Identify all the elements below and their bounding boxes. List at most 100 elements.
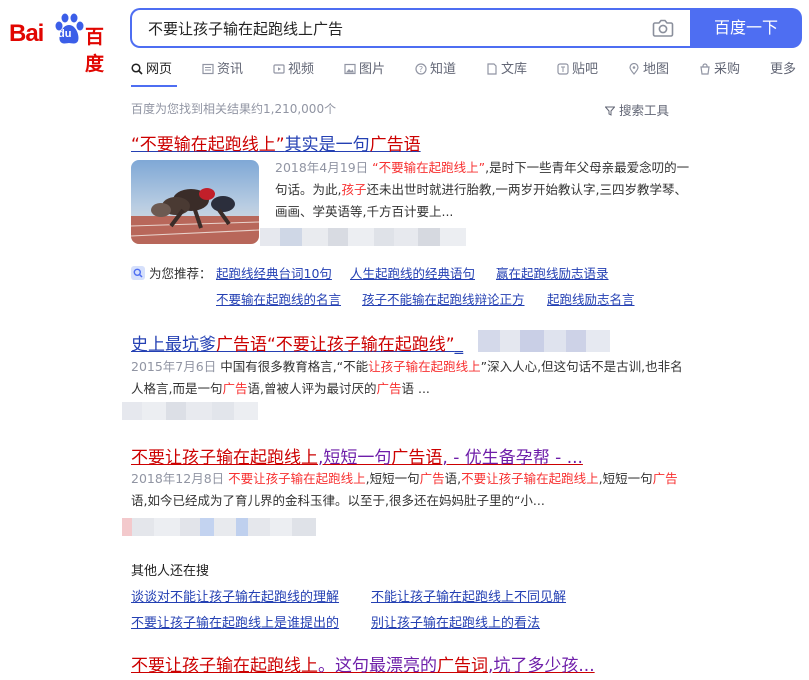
result-title[interactable]: 不要让孩子输在起跑线上,短短一句广告语, - 优生备孕帮 - ... <box>131 443 583 468</box>
search-button[interactable]: 百度一下 <box>690 8 802 48</box>
title-highlight: 不要让孩子输在起跑线上 <box>131 656 318 676</box>
blurred-title-suffix <box>478 330 610 352</box>
tab-news[interactable]: 资讯 <box>202 60 243 80</box>
title-highlight: 广告词 <box>437 656 488 676</box>
blurred-source-link <box>122 518 316 536</box>
title-highlight: 广告语 <box>391 448 443 468</box>
tab-label: 贴吧 <box>572 62 599 77</box>
title-text: 史上最坑爹 <box>131 335 216 355</box>
tab-label: 资讯 <box>217 62 244 77</box>
news-icon <box>202 63 214 75</box>
title-highlight: 广告语 <box>216 335 267 355</box>
document-icon <box>487 63 497 75</box>
question-icon: ? <box>415 63 427 75</box>
recommend-link[interactable]: 人生起跑线的经典语句 <box>350 263 475 282</box>
recommend-link[interactable]: 起跑线经典台词10句 <box>216 263 332 282</box>
search-input[interactable] <box>148 10 628 46</box>
search-box <box>130 8 690 48</box>
tab-wenku[interactable]: 文库 <box>486 60 527 80</box>
snippet-highlight: 不要让孩子输在起跑线上 <box>228 471 366 486</box>
snippet-highlight: 广告 <box>652 471 678 486</box>
tieba-icon <box>557 63 569 75</box>
snippet-text: ,短短一句 <box>365 471 420 486</box>
tab-web[interactable]: 网页 <box>131 60 172 80</box>
title-highlight: 广告语 <box>369 135 421 155</box>
snippet-highlight: 广告 <box>376 381 402 396</box>
map-icon <box>629 63 639 75</box>
related-search-link[interactable]: 不要让孩子输在起跑线上是谁提出的 <box>131 612 339 631</box>
tab-map[interactable]: 地图 <box>628 60 669 80</box>
result-count: 百度为您找到相关结果约1,210,000个 <box>131 102 337 116</box>
recommend-row: 为您推荐： <box>131 263 212 282</box>
snippet-text: 语,曾被人评为最讨厌的 <box>247 381 377 396</box>
title-highlight: 不要让孩子输在起跑线上 <box>131 448 318 468</box>
result-date: 2018年12月8日 <box>131 471 225 486</box>
recommend-link[interactable]: 起跑线励志名言 <box>547 289 635 308</box>
result-title[interactable]: 不要让孩子输在起跑线上。这句最漂亮的广告词,坑了多少孩... <box>131 651 595 676</box>
search-tools-label: 搜索工具 <box>618 103 669 118</box>
image-icon <box>344 63 356 75</box>
tab-more[interactable]: 更多 <box>770 60 796 80</box>
snippet-text: 中国有很多教育格言,“不能 <box>220 359 369 374</box>
title-text: 。这句最漂亮的 <box>318 656 437 676</box>
search-icon <box>131 63 143 75</box>
snippet-highlight: 广告 <box>222 381 248 396</box>
tab-shopping[interactable]: 采购 <box>699 60 740 80</box>
title-text: 其实是一句 <box>284 135 370 155</box>
tab-label: 网页 <box>146 62 173 77</box>
tab-zhidao[interactable]: ? 知道 <box>415 60 456 80</box>
tab-images[interactable]: 图片 <box>344 60 385 80</box>
result-date: 2015年7月6日 <box>131 359 217 374</box>
related-search-link[interactable]: 谈谈对不能让孩子输在起跑线的理解 <box>131 586 339 605</box>
snippet-text: 语, <box>444 471 462 486</box>
tab-label: 地图 <box>643 62 670 77</box>
result-thumbnail[interactable] <box>131 160 259 244</box>
search-suggest-icon <box>131 266 145 280</box>
snippet-highlight: 孩子 <box>341 182 367 197</box>
logo-latin-text: Bai <box>9 20 44 47</box>
snippet-highlight: 不要让孩子输在起跑线上 <box>461 471 599 486</box>
related-search-link[interactable]: 不能让孩子输在起跑线上不同见解 <box>371 586 566 605</box>
logo-cn-text: 百度 <box>85 26 105 75</box>
tab-label: 采购 <box>714 62 741 77</box>
result-snippet: 2018年4月19日 “不要输在起跑线上”,是时下一些青年父母亲最爱念叨的一句话… <box>275 157 695 223</box>
camera-icon[interactable] <box>652 18 674 38</box>
snippet-highlight: 让孩子输在起跑线上 <box>368 359 481 374</box>
result-date: 2018年4月19日 <box>275 160 369 175</box>
result-title[interactable]: “不要输在起跑线上”其实是一句广告语 <box>131 130 421 155</box>
title-highlight: “不要让孩子输在起跑线” <box>267 335 455 355</box>
tab-label: 更多 <box>770 62 797 77</box>
shopping-icon <box>700 63 710 75</box>
recommend-label: 为您推荐： <box>148 266 212 281</box>
snippet-text: 语 ... <box>401 381 430 396</box>
result-title[interactable]: 史上最坑爹广告语“不要让孩子输在起跑线”_ <box>131 330 463 355</box>
tab-label: 知道 <box>430 62 457 77</box>
snippet-highlight: 广告 <box>419 471 445 486</box>
search-tools-button[interactable]: 搜索工具 <box>604 100 669 119</box>
blurred-source-link <box>122 402 258 420</box>
active-tab-indicator <box>131 85 177 87</box>
title-text: ,坑了多少孩... <box>488 656 595 676</box>
tab-label: 文库 <box>501 62 528 77</box>
recommend-link[interactable]: 赢在起跑线励志语录 <box>496 263 609 282</box>
related-search-link[interactable]: 别让孩子输在起跑线上的看法 <box>371 612 540 631</box>
result-snippet: 2015年7月6日 中国有很多教育格言,“不能让孩子输在起跑线上”深入人心,但这… <box>131 356 686 400</box>
snippet-text: ,短短一句 <box>598 471 653 486</box>
title-text: , - 优生备孕帮 - ... <box>442 448 583 468</box>
logo-paw-text: du <box>58 28 72 40</box>
others-searched-title: 其他人还在搜 <box>131 564 210 579</box>
title-text: ,短短一句 <box>318 448 392 468</box>
title-highlight: “不要输在起跑线上” <box>131 135 285 155</box>
sprinters-image <box>131 160 259 244</box>
blurred-source-link <box>260 228 466 246</box>
baidu-logo[interactable]: Bai du 百度 <box>9 10 117 75</box>
recommend-link[interactable]: 孩子不能输在起跑线辩论正方 <box>362 289 525 308</box>
video-icon <box>273 64 285 74</box>
recommend-link[interactable]: 不要输在起跑线的名言 <box>216 289 341 308</box>
svg-text:?: ? <box>419 65 423 74</box>
tab-video[interactable]: 视频 <box>273 60 314 80</box>
tab-tieba[interactable]: 贴吧 <box>557 60 598 80</box>
snippet-text: 语,如今已经成为了育儿界的金科玉律。以至于,很多还在妈妈肚子里的“小... <box>131 493 545 508</box>
tab-label: 图片 <box>359 62 386 77</box>
filter-icon <box>604 106 616 116</box>
